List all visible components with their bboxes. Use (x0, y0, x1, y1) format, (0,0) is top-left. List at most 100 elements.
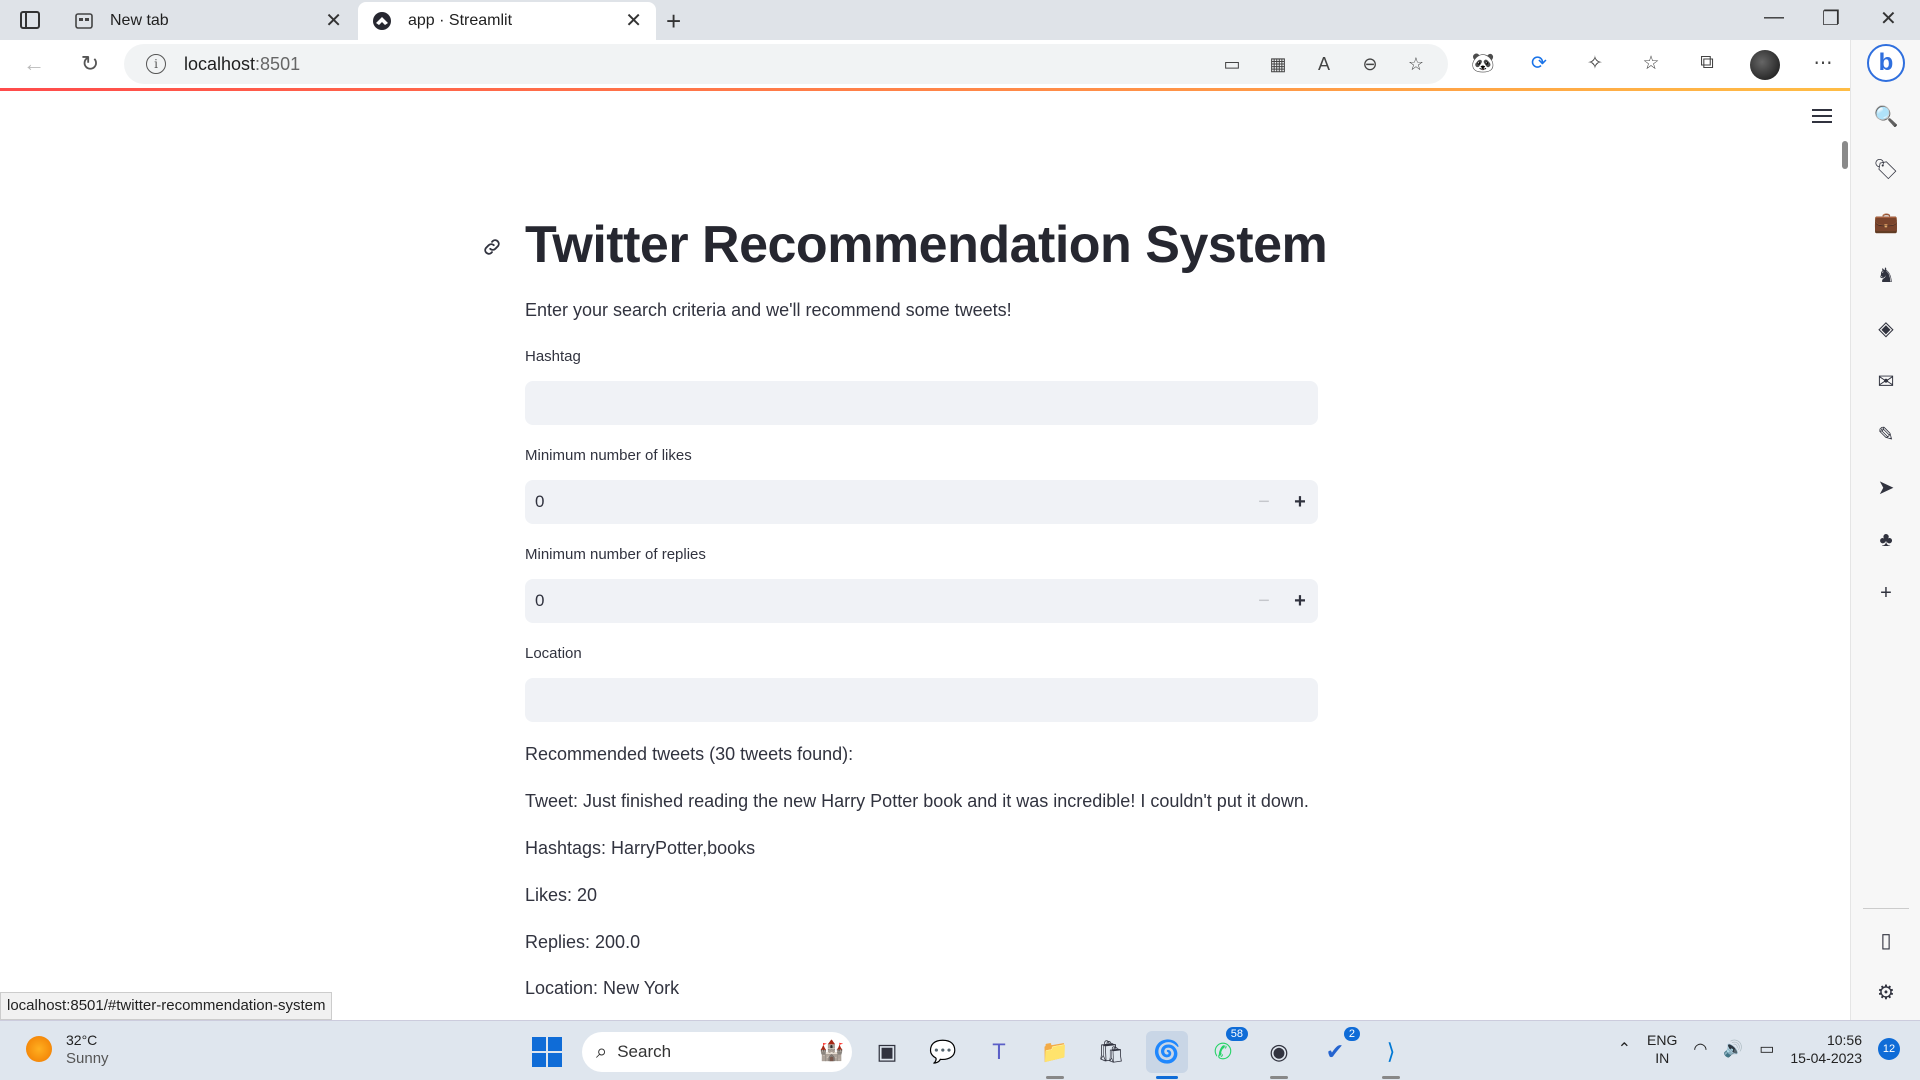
extensions-puzzle-icon[interactable]: ✧ (1582, 50, 1608, 76)
profile-avatar[interactable] (1750, 50, 1780, 80)
weather-widget[interactable]: 32°C Sunny (26, 1031, 109, 1067)
microsoft-365-icon[interactable]: ◈ (1872, 314, 1900, 342)
sync-extension-icon[interactable]: ⟳ (1526, 50, 1552, 76)
designer-icon[interactable]: ✎ (1872, 420, 1900, 448)
send-icon[interactable]: ➤ (1872, 473, 1900, 501)
hashtag-input[interactable] (525, 381, 1318, 425)
min-replies-increment-button[interactable]: + (1282, 579, 1318, 623)
site-info-icon[interactable]: i (146, 54, 166, 74)
tab-actions-icon[interactable] (14, 8, 46, 32)
address-toolbar: ← ↻ i localhost:8501 ▭ ▦ A ⊖ ☆ 🐼 ⟳ ✧ ☆ ⧉… (0, 40, 1920, 88)
min-replies-number-input[interactable]: 0 − + (525, 579, 1318, 623)
tweet-text: Tweet: Just finished reading the new Har… (525, 791, 1309, 811)
weather-temperature: 32°C (66, 1032, 98, 1048)
windows-taskbar: 32°C Sunny ⌕ Search 🏰 ▣ 💬 T 📁 🛍 🌀 ✆ 58 ◉ … (0, 1020, 1920, 1080)
file-explorer-icon[interactable]: 📁 (1034, 1031, 1076, 1079)
address-bar[interactable]: i localhost:8501 ▭ ▦ A ⊖ ☆ (124, 44, 1448, 84)
search-highlight-icon: 🏰 (819, 1040, 844, 1062)
microsoft-store-icon[interactable]: 🛍 (1090, 1031, 1132, 1073)
window-close-icon[interactable]: ✕ (1880, 6, 1897, 31)
scrollbar-thumb[interactable] (1842, 141, 1848, 169)
new-tab-icon (74, 11, 94, 31)
read-aloud-icon[interactable]: A (1312, 52, 1336, 76)
games-chess-icon[interactable]: ♞ (1872, 261, 1900, 289)
add-sidebar-app-icon[interactable]: + (1872, 579, 1900, 607)
tab-label: New tab (110, 12, 169, 29)
location-input[interactable] (525, 678, 1318, 722)
add-favorite-icon[interactable]: ☆ (1404, 52, 1428, 76)
wifi-icon[interactable]: ◠ (1693, 1039, 1707, 1059)
link-status-bar: localhost:8501/#twitter-recommendation-s… (0, 992, 333, 1020)
min-likes-value[interactable]: 0 (525, 492, 1246, 512)
extensions-grid-icon[interactable]: ▦ (1266, 52, 1290, 76)
edge-icon[interactable]: 🌀 (1146, 1031, 1188, 1079)
zoom-out-icon[interactable]: ⊖ (1358, 52, 1382, 76)
back-icon[interactable]: ← (20, 50, 48, 78)
sidebar-settings-icon[interactable]: ⚙ (1872, 978, 1900, 1006)
search-icon: ⌕ (596, 1040, 608, 1063)
page-subtitle: Enter your search criteria and we'll rec… (525, 300, 1012, 320)
volume-icon[interactable]: 🔊 (1723, 1039, 1743, 1059)
clock[interactable]: 10:56 15-04-2023 (1790, 1031, 1862, 1067)
hamburger-menu-icon[interactable] (1812, 109, 1832, 123)
todo-icon[interactable]: ✔ 2 (1314, 1027, 1360, 1073)
url-text: localhost:8501 (184, 53, 301, 74)
start-button[interactable] (526, 1031, 568, 1073)
min-likes-increment-button[interactable]: + (1282, 480, 1318, 524)
min-likes-decrement-button[interactable]: − (1246, 480, 1282, 524)
restore-icon[interactable]: ❐ (1822, 6, 1840, 31)
bing-chat-icon[interactable]: b (1867, 44, 1905, 82)
vscode-icon[interactable]: ⟩ (1370, 1031, 1412, 1079)
browser-tab-bar: New tab ✕ app · Streamlit ✕ + — ❐ ✕ (0, 0, 1920, 40)
hide-sidebar-icon[interactable]: ▯ (1872, 926, 1900, 954)
hashtag-label: Hashtag (525, 348, 581, 365)
min-likes-number-input[interactable]: 0 − + (525, 480, 1318, 524)
sidebar-search-icon[interactable]: 🔍 (1872, 102, 1900, 130)
min-replies-decrement-button[interactable]: − (1246, 579, 1282, 623)
edge-sidebar: b 🔍 🏷 💼 ♞ ◈ ✉ ✎ ➤ ♣ + ▯ ⚙ (1850, 40, 1920, 1020)
weather-description: Sunny (66, 1050, 109, 1067)
notification-count-badge[interactable]: 12 (1878, 1038, 1900, 1060)
tweet-likes: Likes: 20 (525, 885, 598, 905)
tweet-location: Location: New York (525, 978, 680, 998)
minimize-icon[interactable]: — (1764, 6, 1784, 29)
refresh-icon[interactable]: ↻ (76, 50, 104, 78)
show-hidden-icons-icon[interactable]: ⌃ (1618, 1039, 1631, 1059)
min-replies-label: Minimum number of replies (525, 546, 706, 563)
sidebar-divider (1863, 908, 1909, 909)
outlook-icon[interactable]: ✉ (1872, 367, 1900, 395)
min-replies-value[interactable]: 0 (525, 591, 1246, 611)
chat-icon[interactable]: 💬 (922, 1031, 964, 1073)
tools-briefcase-icon[interactable]: 💼 (1872, 208, 1900, 236)
battery-icon[interactable]: ▭ (1759, 1039, 1774, 1059)
chrome-icon[interactable]: ◉ (1258, 1031, 1300, 1079)
tab-new-tab[interactable]: New tab ✕ (60, 2, 356, 40)
close-tab-icon[interactable]: ✕ (325, 11, 342, 31)
windows-logo-icon (532, 1037, 562, 1067)
task-view-icon[interactable]: ▣ (866, 1031, 908, 1073)
app-available-icon[interactable]: ▭ (1220, 52, 1244, 76)
todo-badge: 2 (1343, 1027, 1360, 1041)
shopping-tag-icon[interactable]: 🏷 (1872, 155, 1900, 183)
tweet-replies: Replies: 200.0 (525, 932, 641, 952)
streamlit-favicon-icon (372, 11, 392, 31)
collections-icon[interactable]: ⧉ (1694, 50, 1720, 76)
tree-icon[interactable]: ♣ (1872, 526, 1900, 554)
close-tab-icon[interactable]: ✕ (625, 11, 642, 31)
favorites-icon[interactable]: ☆ (1638, 50, 1664, 76)
language-indicator[interactable]: ENG IN (1647, 1031, 1677, 1067)
whatsapp-icon[interactable]: ✆ 58 (1202, 1027, 1248, 1073)
sunny-weather-icon (26, 1036, 52, 1062)
new-tab-button[interactable]: + (666, 6, 681, 37)
min-likes-label: Minimum number of likes (525, 447, 692, 464)
tab-streamlit-app[interactable]: app · Streamlit ✕ (358, 2, 656, 40)
heading-link-icon[interactable] (481, 236, 503, 258)
teams-icon[interactable]: T (978, 1031, 1020, 1073)
taskbar-search-label: Search (617, 1042, 672, 1061)
more-menu-icon[interactable]: ⋯ (1810, 50, 1836, 76)
streamlit-page: Twitter Recommendation System Enter your… (0, 91, 1850, 1020)
results-header: Recommended tweets (30 tweets found): (525, 744, 854, 764)
taskbar-search[interactable]: ⌕ Search 🏰 (582, 1032, 852, 1072)
tweet-hashtags: Hashtags: HarryPotter,books (525, 838, 756, 858)
panda-extension-icon[interactable]: 🐼 (1470, 50, 1496, 76)
